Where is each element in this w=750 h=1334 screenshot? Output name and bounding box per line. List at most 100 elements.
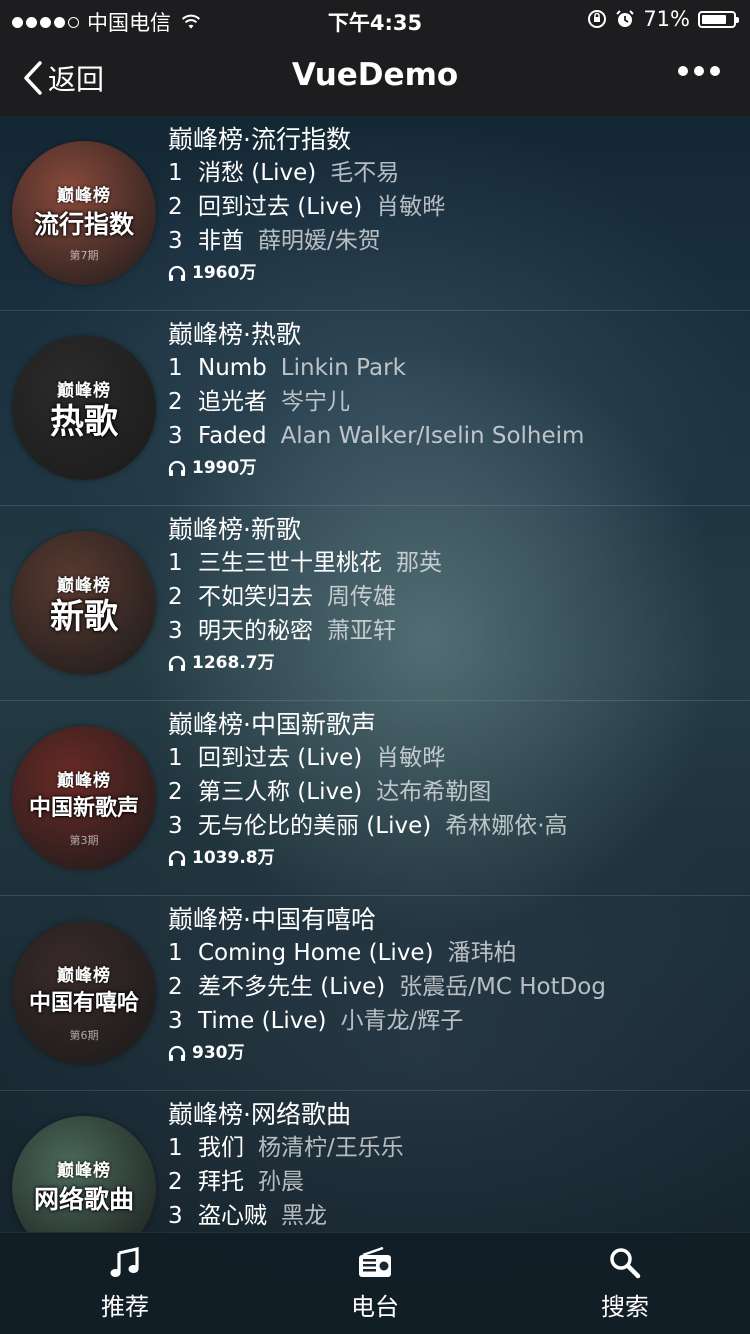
song-artist: 达布希勒图 <box>376 779 492 805</box>
chart-info: 巅峰榜·中国有嘻哈 1 Coming Home (Live) 潘玮柏 2 差不多先生 (L… <box>168 904 740 1068</box>
song-artist: 杨清柠/王乐乐 <box>258 1135 404 1161</box>
tab-search[interactable]: 搜索 <box>570 1247 680 1322</box>
battery-icon <box>698 10 739 28</box>
nav-bar: 返回 VueDemo <box>0 40 750 116</box>
tab-radio[interactable]: 电台 <box>320 1246 430 1322</box>
chart-list-item[interactable]: 巅峰榜 中国新歌声 第3期 巅峰榜·中国新歌声 1 回到过去 (Live) 肖敏晔 2 第三人称… <box>0 701 750 896</box>
chart-list-item[interactable]: 巅峰榜 新歌 巅峰榜·新歌 1 三生三世十里桃花 那英 2 不如笑归去 周传雄 3 明天的秘密 萧亚轩… <box>0 506 750 701</box>
alarm-icon <box>615 9 635 29</box>
chart-cover-image: 巅峰榜 热歌 <box>12 336 156 480</box>
search-icon <box>610 1248 641 1279</box>
cover-label: 网络歌曲 <box>33 1185 134 1214</box>
song-name: 无与伦比的美丽 (Live) <box>198 813 432 839</box>
chart-title: 巅峰榜·网络歌曲 <box>168 1100 351 1129</box>
song-name: Numb <box>198 355 267 381</box>
song-rank: 2 <box>168 389 183 415</box>
cover-issue-text: 第3期 <box>69 834 99 847</box>
chart-title: 巅峰榜·流行指数 <box>168 125 351 154</box>
tab-label: 搜索 <box>601 1293 649 1321</box>
song-row: 1 三生三世十里桃花 那英 <box>168 546 740 580</box>
chart-info: 巅峰榜·新歌 1 三生三世十里桃花 那英 2 不如笑归去 周传雄 3 明天的秘密 萧亚轩 1268.… <box>168 514 740 678</box>
play-count-value: 1960万 <box>192 263 257 283</box>
tab-bar: 推荐 电台 搜索 <box>0 1232 750 1334</box>
song-rank: 2 <box>168 779 183 805</box>
chart-title: 巅峰榜·热歌 <box>168 320 301 349</box>
song-name: 不如笑归去 <box>198 584 313 610</box>
cover-brand-text: 巅峰榜 <box>57 186 111 206</box>
chart-list-item[interactable]: 巅峰榜 流行指数 第7期 巅峰榜·流行指数 1 消愁 (Live) 毛不易 2 回到过去 (Li… <box>0 116 750 311</box>
song-row: 2 不如笑归去 周传雄 <box>168 580 740 614</box>
cover-label: 中国新歌声 <box>28 796 139 821</box>
song-row: 2 回到过去 (Live) 肖敏晔 <box>168 190 740 224</box>
song-rank: 3 <box>168 813 183 839</box>
headphones-icon <box>168 265 186 281</box>
more-options-button[interactable] <box>678 66 720 76</box>
song-rank: 2 <box>168 1169 183 1195</box>
song-name: 消愁 (Live) <box>198 160 317 186</box>
song-artist: Linkin Park <box>280 355 406 381</box>
chart-list-item[interactable]: 巅峰榜 中国有嘻哈 第6期 巅峰榜·中国有嘻哈 1 Coming Home (Live) 潘… <box>0 896 750 1091</box>
song-row: 3 盗心贼 黑龙 <box>168 1199 740 1232</box>
song-rank: 1 <box>168 550 183 576</box>
song-rank: 3 <box>168 1203 183 1229</box>
song-rank: 3 <box>168 228 183 254</box>
more-dots-icon <box>678 66 688 76</box>
song-row: 2 追光者 岑宁儿 <box>168 385 740 419</box>
chart-list-item[interactable]: 巅峰榜 热歌 巅峰榜·热歌 1 Numb Linkin Park 2 追光者 岑宁儿 3 Faded… <box>0 311 750 506</box>
headphones-icon <box>168 850 186 866</box>
song-name: 第三人称 (Live) <box>198 779 363 805</box>
song-name: Coming Home (Live) <box>198 940 434 966</box>
song-rank: 2 <box>168 584 183 610</box>
tab-label: 推荐 <box>101 1293 149 1321</box>
song-name: 拜托 <box>198 1169 244 1195</box>
chart-title: 巅峰榜·中国有嘻哈 <box>168 905 376 934</box>
cover-label: 中国有嘻哈 <box>28 991 139 1016</box>
play-count: 1960万 <box>168 258 740 288</box>
cover-brand-text: 巅峰榜 <box>57 966 111 986</box>
song-name: 回到过去 (Live) <box>198 745 363 771</box>
cover-issue-text: 第6期 <box>69 1029 99 1042</box>
song-artist: 潘玮柏 <box>447 940 517 966</box>
song-artist: 肖敏晔 <box>376 194 446 220</box>
play-count-value: 1268.7万 <box>192 653 275 673</box>
chart-list-item[interactable]: 巅峰榜 网络歌曲 巅峰榜·网络歌曲 1 我们 杨清柠/王乐乐 2 拜托 孙晨 3 盗心贼 黑龙 <box>0 1091 750 1232</box>
song-row: 2 差不多先生 (Live) 张震岳/MC HotDog <box>168 970 740 1004</box>
chart-list: 巅峰榜 流行指数 第7期 巅峰榜·流行指数 1 消愁 (Live) 毛不易 2 回到过去 (Li… <box>0 116 750 1232</box>
cover-label: 热歌 <box>50 402 118 442</box>
song-artist: 小青龙/辉子 <box>340 1008 464 1034</box>
chart-title: 巅峰榜·新歌 <box>168 515 301 544</box>
song-row: 1 我们 杨清柠/王乐乐 <box>168 1131 740 1165</box>
radio-icon <box>359 1246 391 1277</box>
play-count: 1990万 <box>168 453 740 483</box>
song-row: 3 非酋 薛明媛/朱贺 <box>168 224 740 258</box>
chart-info: 巅峰榜·中国新歌声 1 回到过去 (Live) 肖敏晔 2 第三人称 (Live) 达布希勒… <box>168 709 740 873</box>
cover-brand-text: 巅峰榜 <box>57 1161 111 1181</box>
song-name: 盗心贼 <box>198 1203 267 1229</box>
song-rank: 1 <box>168 160 183 186</box>
play-count: 1268.7万 <box>168 648 740 678</box>
chart-cover-image: 巅峰榜中国有嘻哈第6期 <box>12 921 156 1065</box>
song-rank: 2 <box>168 194 183 220</box>
song-name: 我们 <box>198 1135 244 1161</box>
song-row: 3 Faded Alan Walker/Iselin Solheim <box>168 419 740 453</box>
song-name: 追光者 <box>198 389 267 415</box>
song-name: 回到过去 (Live) <box>198 194 363 220</box>
chart-info: 巅峰榜·流行指数 1 消愁 (Live) 毛不易 2 回到过去 (Live) 肖敏晔 3 非酋薛… <box>168 124 740 288</box>
chart-title: 巅峰榜·中国新歌声 <box>168 710 376 739</box>
tab-recommend[interactable]: 推荐 <box>70 1247 180 1322</box>
cover-issue-text: 第7期 <box>69 249 99 262</box>
song-artist: 岑宁儿 <box>281 389 350 415</box>
song-row: 1 消愁 (Live) 毛不易 <box>168 156 740 190</box>
song-rank: 1 <box>168 355 183 381</box>
song-name: 三生三世十里桃花 <box>198 550 382 576</box>
cover-label: 流行指数 <box>33 210 134 239</box>
orientation-lock-icon <box>587 9 607 29</box>
chart-info: 巅峰榜·热歌 1 Numb Linkin Park 2 追光者 岑宁儿 3 Faded Alan … <box>168 319 740 483</box>
song-rank: 1 <box>168 1135 183 1161</box>
song-rank: 1 <box>168 745 183 771</box>
song-rank: 3 <box>168 423 183 449</box>
song-row: 2 第三人称 (Live) 达布希勒图 <box>168 775 740 809</box>
song-artist: 希林娜依·高 <box>445 813 568 839</box>
cover-label: 新歌 <box>50 597 118 637</box>
song-rank: 1 <box>168 940 183 966</box>
